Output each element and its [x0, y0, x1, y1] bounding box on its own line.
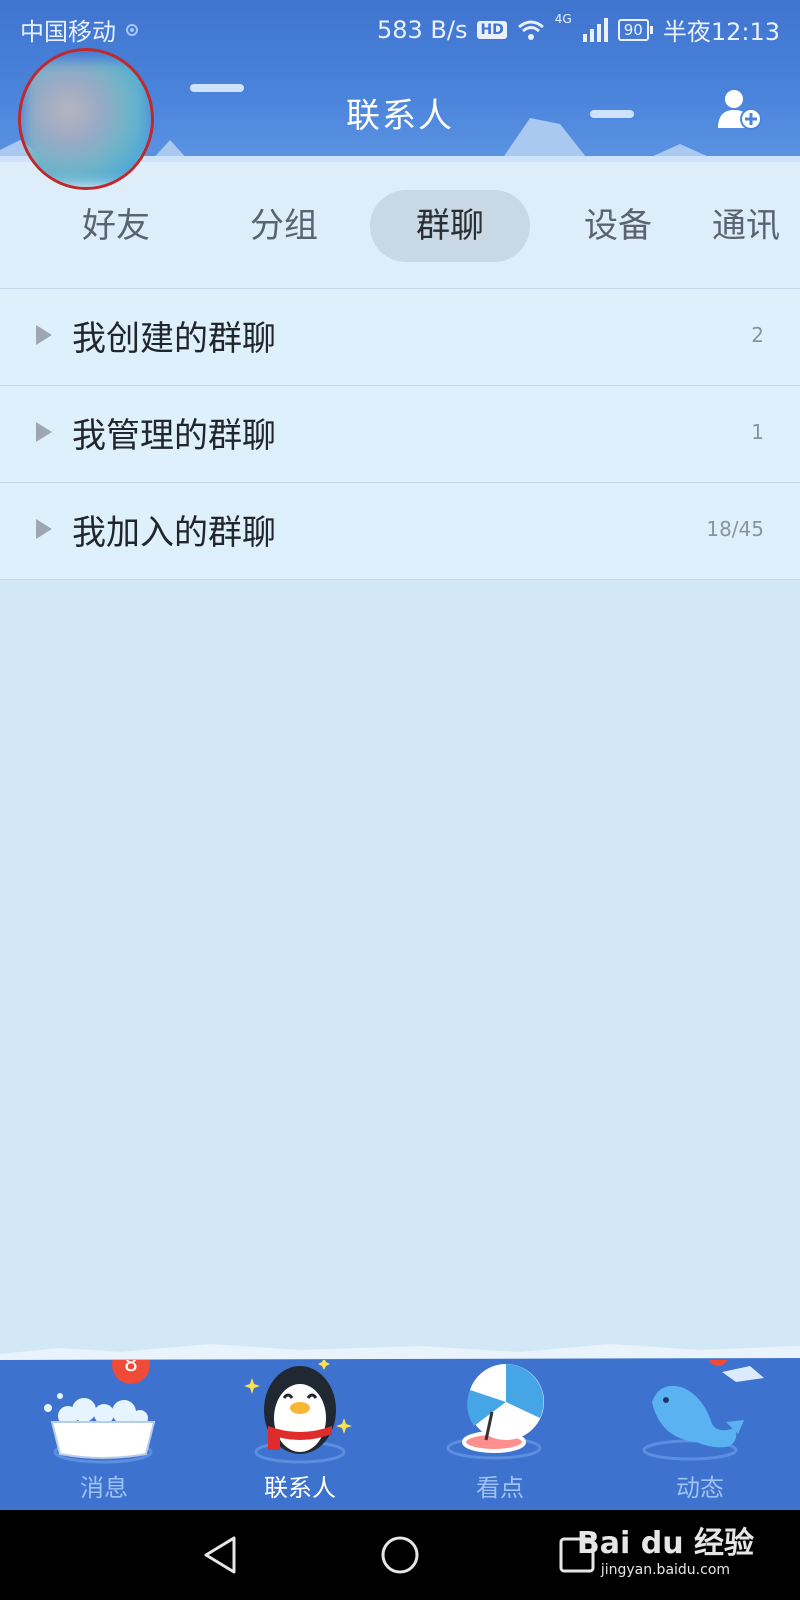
- expand-arrow-icon: [36, 422, 52, 442]
- nav-item-moments[interactable]: 动态: [600, 1360, 800, 1510]
- tab-groups[interactable]: 分组: [204, 190, 364, 262]
- list-item-count: 1: [751, 420, 764, 444]
- tab-address-book[interactable]: 通讯: [712, 190, 800, 262]
- nav-label: 消息: [80, 1474, 128, 1502]
- home-icon[interactable]: [375, 1530, 425, 1580]
- list-item-count: 2: [751, 323, 764, 347]
- avatar-image: [25, 61, 149, 185]
- network-speed: 583 B/s: [376, 15, 468, 44]
- list-item-joined-groups[interactable]: 我加入的群聊 18/45: [0, 483, 800, 580]
- system-navigation-bar: Bai du 经验 jingyan.baidu.com: [0, 1510, 800, 1600]
- clock: 半夜12:13: [662, 18, 780, 46]
- list-item-label: 我加入的群聊: [72, 513, 276, 553]
- nav-label: 看点: [476, 1474, 524, 1502]
- group-chat-list: 我创建的群聊 2 我管理的群聊 1 我加入的群聊 18/45: [0, 289, 800, 580]
- unread-badge: 8: [112, 1360, 150, 1384]
- nav-item-messages[interactable]: 8 消息: [4, 1360, 204, 1510]
- back-icon[interactable]: [196, 1530, 246, 1580]
- seal-icon: [642, 1366, 764, 1461]
- tab-friends[interactable]: 好友: [36, 190, 196, 262]
- add-contact-icon[interactable]: [716, 88, 762, 130]
- battery-icon: 90: [617, 18, 653, 41]
- location-icon: [126, 23, 138, 36]
- signal-icon: [582, 17, 608, 42]
- avatar[interactable]: [18, 48, 154, 190]
- tab-group-chats[interactable]: 群聊: [370, 190, 530, 262]
- nav-item-discover[interactable]: 看点: [400, 1360, 600, 1510]
- carrier-name: 中国移动: [20, 18, 116, 46]
- list-item-count: 18/45: [706, 517, 764, 541]
- watermark-brand: Bai du 经验: [576, 1526, 754, 1561]
- list-item-managed-groups[interactable]: 我管理的群聊 1: [0, 386, 800, 483]
- nav-label: 动态: [676, 1474, 724, 1502]
- hd-badge: HD: [477, 20, 507, 39]
- expand-arrow-icon: [36, 519, 52, 539]
- watermark-url: jingyan.baidu.com: [600, 1562, 731, 1578]
- expand-arrow-icon: [36, 325, 52, 345]
- penguin-icon: [244, 1360, 352, 1464]
- tab-devices[interactable]: 设备: [538, 190, 698, 262]
- network-type: 4G: [554, 12, 572, 26]
- bathtub-icon: [44, 1393, 156, 1464]
- bottom-tab-bar: 8 消息 联系人 看点 动态: [0, 1360, 800, 1510]
- list-item-label: 我创建的群聊: [72, 319, 276, 359]
- nav-item-contacts[interactable]: 联系人: [200, 1360, 400, 1510]
- status-bar: 中国移动 583 B/s HD 4G 90 半夜12:13: [0, 0, 800, 54]
- list-item-created-groups[interactable]: 我创建的群聊 2: [0, 289, 800, 386]
- wifi-icon: [517, 20, 544, 40]
- watermark: Bai du 经验 jingyan.baidu.com: [577, 1518, 754, 1578]
- nav-label: 联系人: [264, 1474, 336, 1502]
- umbrella-icon: [446, 1364, 544, 1460]
- list-item-label: 我管理的群聊: [72, 416, 276, 456]
